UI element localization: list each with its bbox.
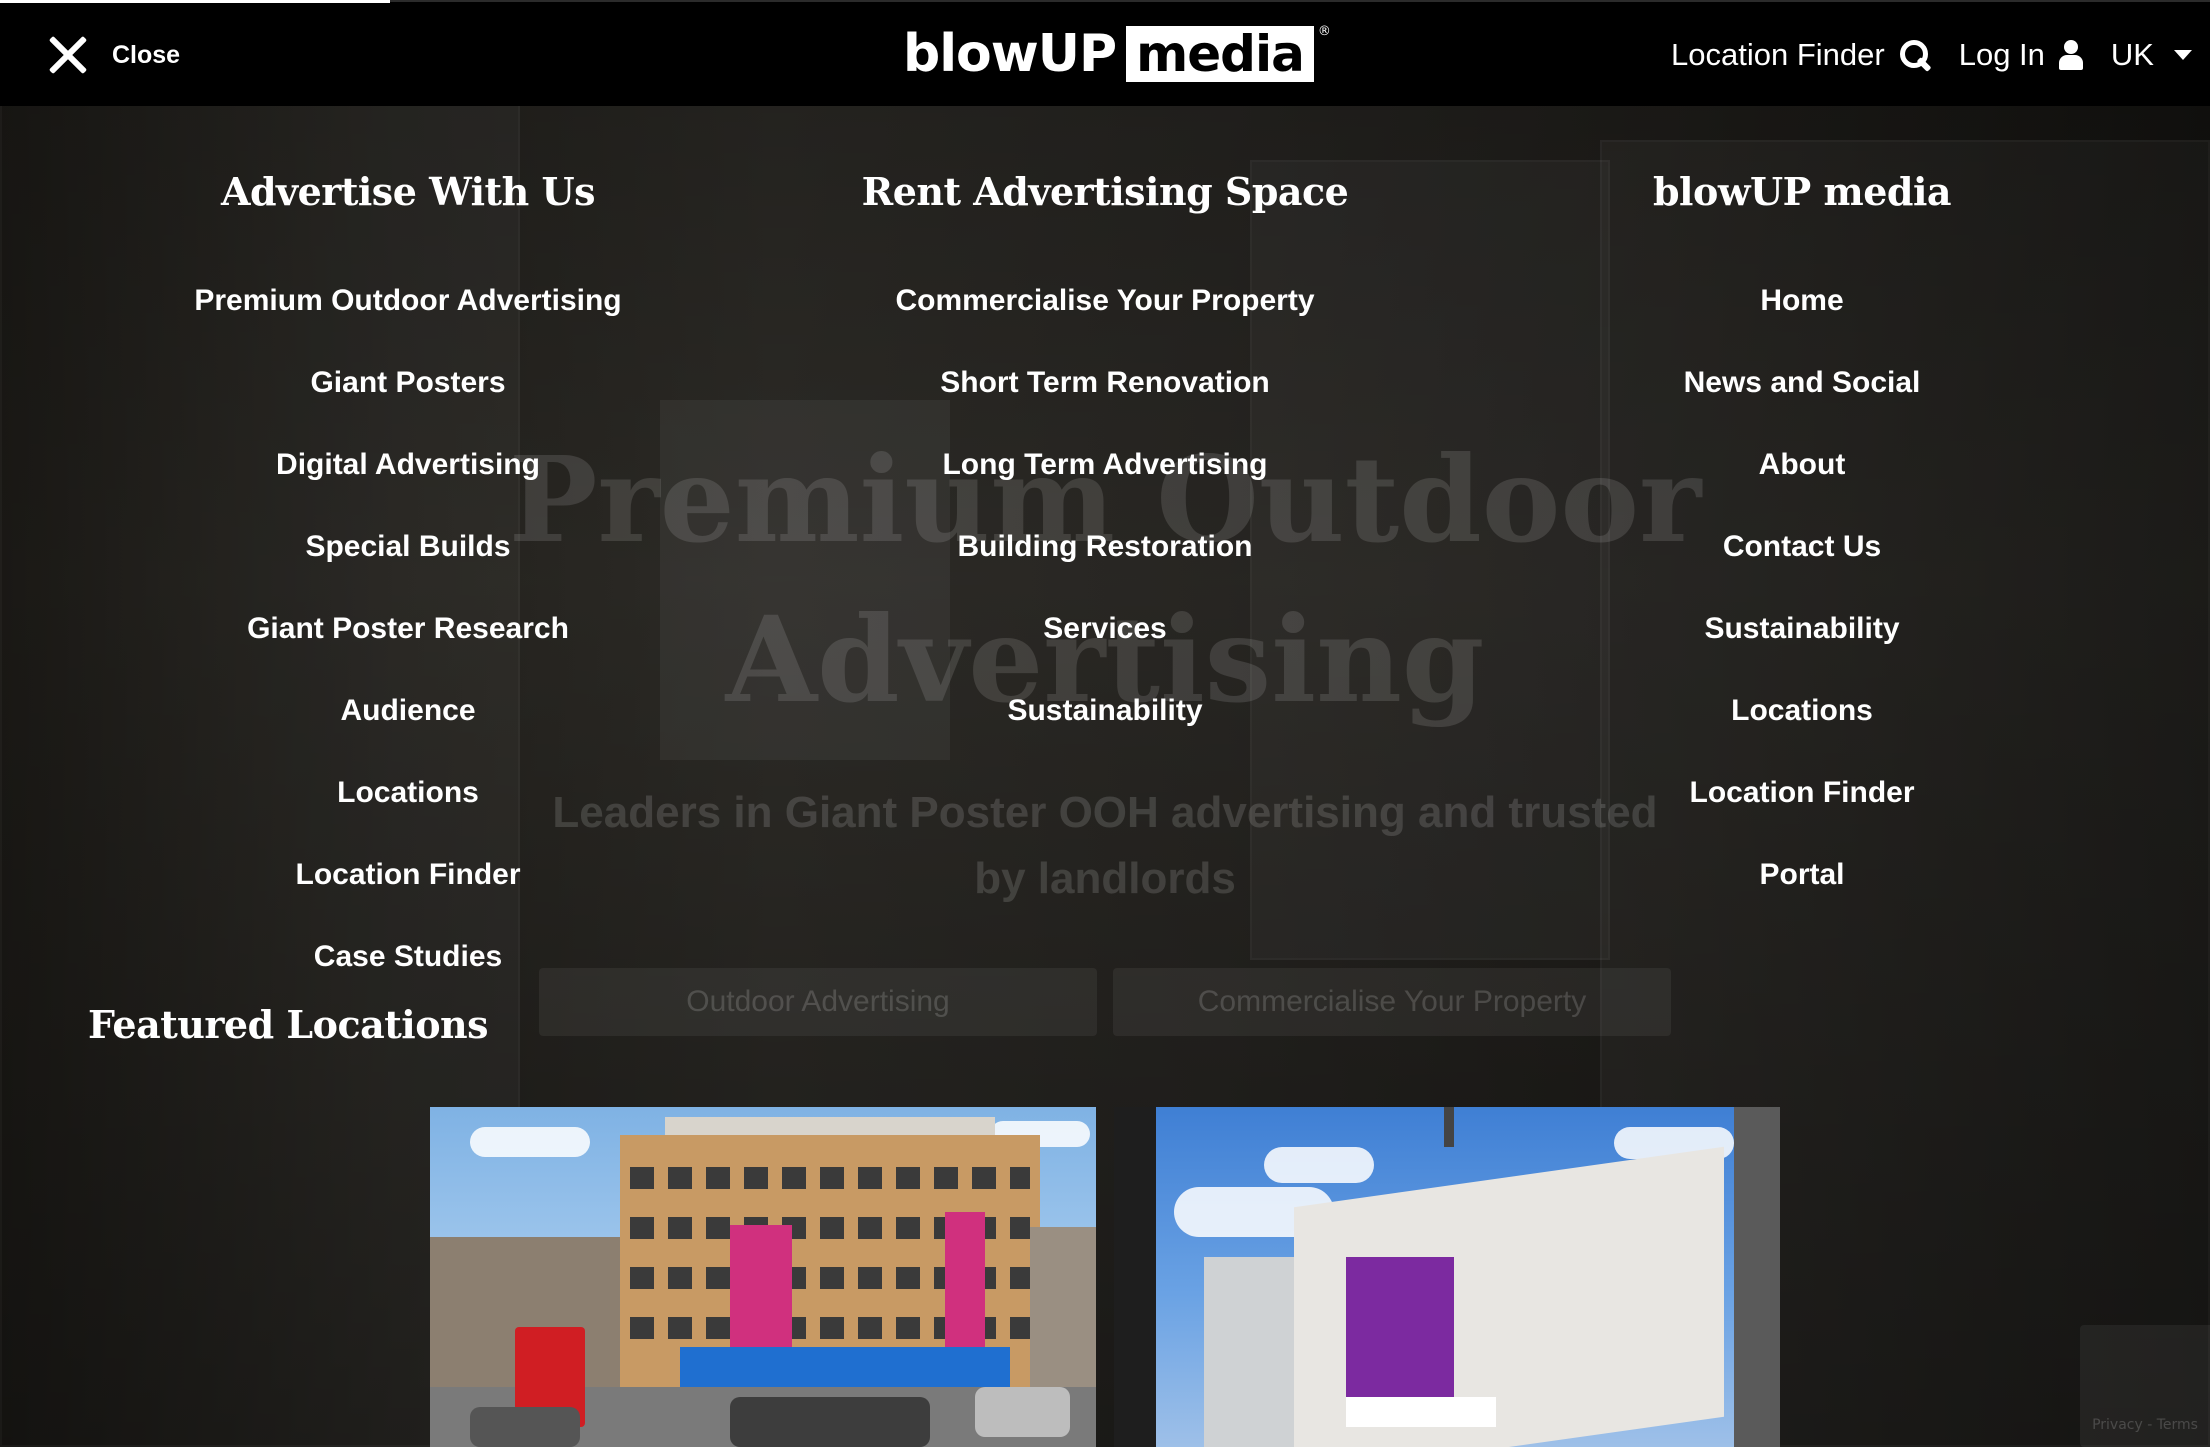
menu-item-location-finder[interactable]: Location Finder — [1452, 752, 2152, 834]
menu-item-premium-outdoor-advertising[interactable]: Premium Outdoor Advertising — [58, 260, 758, 342]
region-label: UK — [2110, 37, 2154, 72]
cloud — [1264, 1147, 1374, 1183]
log-in-label: Log In — [1958, 37, 2045, 72]
menu-item-case-studies[interactable]: Case Studies — [58, 916, 758, 998]
photo-car — [975, 1387, 1070, 1437]
search-icon — [1899, 39, 1931, 71]
menu-item-digital-advertising[interactable]: Digital Advertising — [58, 424, 758, 506]
menu-item-portal[interactable]: Portal — [1452, 834, 2152, 916]
menu-item-sustainability[interactable]: Sustainability — [755, 670, 1455, 752]
menu-item-giant-poster-research[interactable]: Giant Poster Research — [58, 588, 758, 670]
chevron-down-icon — [2174, 50, 2192, 60]
log-in-link[interactable]: Log In — [1959, 37, 2083, 73]
menu-column-title: Rent Advertising Space — [861, 169, 1349, 214]
site-header: Close blowUP media ® Location Finder Log… — [0, 0, 2210, 106]
photo-car — [730, 1397, 930, 1447]
photo-banner — [1346, 1397, 1496, 1427]
menu-item-location-finder[interactable]: Location Finder — [58, 834, 758, 916]
featured-location-card[interactable] — [430, 1107, 1096, 1447]
logo[interactable]: blowUP media ® — [903, 24, 1331, 84]
photo-poster — [730, 1225, 792, 1355]
menu-column-title: Advertise With Us — [220, 169, 596, 214]
photo-building — [1114, 1107, 1156, 1447]
menu-item-long-term-advertising[interactable]: Long Term Advertising — [755, 424, 1455, 506]
menu-item-commercialise-your-property[interactable]: Commercialise Your Property — [755, 260, 1455, 342]
photo-crane — [1444, 1107, 1454, 1147]
user-icon — [2058, 40, 2083, 70]
photo-building — [1734, 1107, 1780, 1447]
menu-column-rent: Rent Advertising Space Commercialise You… — [755, 106, 1455, 752]
navigation-menu: Advertise With Us Premium Outdoor Advert… — [0, 106, 2210, 1447]
cloud — [470, 1127, 590, 1157]
logo-word-media: media — [1126, 26, 1314, 82]
menu-item-locations[interactable]: Locations — [1452, 670, 2152, 752]
menu-item-giant-posters[interactable]: Giant Posters — [58, 342, 758, 424]
photo-shopfront — [680, 1347, 1010, 1387]
logo-registered-mark: ® — [1317, 24, 1331, 39]
menu-item-about[interactable]: About — [1452, 424, 2152, 506]
photo-poster — [1346, 1257, 1454, 1407]
photo-poster — [945, 1212, 985, 1362]
logo-word-blowup: blowUP — [903, 24, 1117, 84]
location-finder-link[interactable]: Location Finder — [1671, 37, 1931, 73]
header-actions: Location Finder Log In UK — [1671, 30, 2192, 80]
menu-column-blowup-media: blowUP media Home News and Social About … — [1452, 106, 2152, 916]
region-selector[interactable]: UK — [2111, 37, 2192, 73]
menu-item-locations[interactable]: Locations — [58, 752, 758, 834]
menu-item-audience[interactable]: Audience — [58, 670, 758, 752]
menu-column-advertise: Advertise With Us Premium Outdoor Advert… — [58, 106, 758, 998]
close-label: Close — [112, 40, 181, 69]
featured-locations-heading: Featured Locations — [88, 1002, 489, 1047]
menu-item-short-term-renovation[interactable]: Short Term Renovation — [755, 342, 1455, 424]
menu-item-news-and-social[interactable]: News and Social — [1452, 342, 2152, 424]
close-menu-button[interactable]: Close — [46, 32, 180, 78]
location-finder-label: Location Finder — [1671, 37, 1885, 72]
menu-item-special-builds[interactable]: Special Builds — [58, 506, 758, 588]
menu-item-building-restoration[interactable]: Building Restoration — [755, 506, 1455, 588]
menu-item-sustainability[interactable]: Sustainability — [1452, 588, 2152, 670]
menu-column-title: blowUP media — [1652, 169, 1952, 214]
progress-bar — [0, 0, 390, 3]
photo-windows — [630, 1167, 1030, 1189]
menu-item-home[interactable]: Home — [1452, 260, 2152, 342]
close-icon — [46, 33, 90, 77]
photo-car — [470, 1407, 580, 1447]
menu-item-services[interactable]: Services — [755, 588, 1455, 670]
menu-item-contact-us[interactable]: Contact Us — [1452, 506, 2152, 588]
featured-location-card[interactable] — [1114, 1107, 1780, 1447]
